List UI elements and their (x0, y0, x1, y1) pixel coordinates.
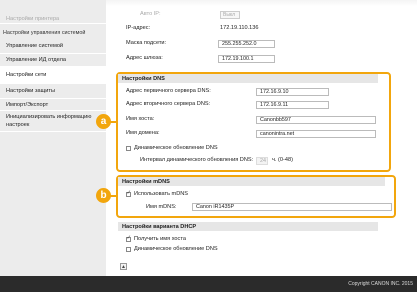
gateway-value: 172.19.100.1 (222, 56, 254, 62)
callout-a-badge: a (96, 114, 111, 129)
dns-section-header: Настройки DNS (118, 74, 378, 83)
callout-b-letter: b (100, 190, 107, 201)
sidebar-item-import-export[interactable]: Импорт/Экспорт (0, 99, 106, 111)
mdns-section-header: Настройки mDNS (118, 177, 385, 186)
domain-name-input[interactable]: canonintra.net (256, 130, 376, 138)
mdns-name-input[interactable]: Canon iR1435P (192, 203, 392, 211)
sidebar-item-network-settings[interactable]: Настройки сети (0, 67, 106, 84)
sidebar-item-label: Инициализировать информацию (6, 114, 92, 120)
primary-dns-value: 172.16.9.10 (260, 89, 289, 95)
gateway-label: Адрес шлюза: (126, 55, 163, 61)
sidebar-item-label: Управление ИД отдела (6, 57, 66, 63)
primary-dns-label: Адрес первичного сервера DNS: (126, 88, 211, 94)
primary-dns-row: Адрес первичного сервера DNS: (126, 88, 211, 94)
secondary-dns-input[interactable]: 172.16.9.11 (256, 101, 329, 109)
sidebar: Настройки принтера Настройки управления … (0, 0, 106, 276)
sidebar-item-department-id[interactable]: Управление ИД отдела (0, 54, 106, 67)
host-name-value: Canonbb597 (260, 117, 291, 123)
ip-address-row: IP-адрес: (126, 25, 150, 31)
dns-interval-unit-row: ч. (0-48) (272, 157, 293, 163)
arrow-up-icon: ▲ (121, 263, 126, 270)
sidebar-item-label: Настройки принтера (6, 15, 60, 22)
sidebar-item-label: Управление системой (6, 42, 64, 49)
dhcp-section-title: Настройки варианта DHCP (122, 223, 197, 230)
copyright-text: Copyright CANON INC. 2015 (348, 281, 413, 287)
ip-address-text: 172.19.110.136 (220, 25, 259, 31)
top-fade (106, 0, 417, 6)
sidebar-item-label-line2: настроек (6, 122, 30, 128)
mdns-name-value: Canon iR1435P (196, 204, 235, 210)
scroll-top-button[interactable]: ▲ (120, 263, 127, 270)
use-mdns-row: Использовать mDNS (126, 190, 189, 197)
subnet-mask-label: Маска подсети: (126, 40, 167, 46)
use-mdns-label: Использовать mDNS (134, 191, 189, 197)
subnet-mask-input[interactable]: 255.255.252.0 (218, 40, 275, 48)
secondary-dns-value: 172.16.9.11 (260, 102, 289, 108)
dns-interval-value: 24 (260, 158, 266, 164)
subnet-mask-row: Маска подсети: (126, 40, 166, 46)
host-name-label: Имя хоста: (126, 116, 155, 122)
main-panel: Авто IP: Выкл IP-адрес: 172.19.110.136 М… (106, 0, 417, 276)
sidebar-item-label: Настройки защиты (6, 88, 55, 94)
subnet-mask-value: 255.255.252.0 (222, 41, 257, 47)
host-name-row: Имя хоста: (126, 116, 154, 122)
domain-name-label: Имя домена: (126, 130, 160, 136)
mdns-name-row: Имя mDNS: (146, 204, 176, 210)
gateway-input[interactable]: 172.19.100.1 (218, 55, 275, 63)
dhcp-dyn-label: Динамическое обновление DNS (134, 246, 218, 252)
dhcp-dyn-row: Динамическое обновление DNS (126, 246, 218, 252)
dynamic-dns-row: Динамическое обновление DNS (126, 145, 218, 151)
sidebar-section-system-management: Настройки управления системой (0, 28, 106, 37)
sidebar-item-label: Импорт/Экспорт (6, 101, 49, 108)
sidebar-item-printer-settings[interactable]: Настройки принтера (0, 14, 106, 24)
dynamic-dns-label: Динамическое обновление DNS (134, 145, 218, 151)
secondary-dns-row: Адрес вторичного сервера DNS: (126, 101, 210, 107)
domain-name-row: Имя домена: (126, 130, 160, 136)
ip-address-value: 172.19.110.136 (220, 25, 258, 31)
dns-interval-unit: ч. (0-48) (272, 157, 293, 163)
sidebar-item-label: Настройки сети (6, 72, 47, 78)
dns-interval-row: Интервал динамического обновления DNS: (140, 157, 253, 163)
mdns-name-label: Имя mDNS: (146, 204, 177, 210)
auto-ip-label: Авто IP: (140, 11, 161, 17)
primary-dns-input[interactable]: 172.16.9.10 (256, 88, 329, 96)
ip-address-label: IP-адрес: (126, 25, 151, 31)
footer: Copyright CANON INC. 2015 (0, 276, 417, 292)
secondary-dns-label: Адрес вторичного сервера DNS: (126, 101, 211, 107)
gateway-row: Адрес шлюза: (126, 55, 163, 61)
dhcp-host-row: Получить имя хоста (126, 235, 186, 242)
domain-name-value: canonintra.net (260, 131, 295, 137)
callout-a-letter: a (100, 116, 107, 127)
dynamic-dns-checkbox[interactable] (126, 145, 131, 151)
auto-ip-row: Авто IP: (140, 11, 161, 17)
sidebar-item-initialize-settings[interactable]: Инициализировать информацию настроек (0, 111, 106, 132)
sidebar-section-label: Настройки управления системой (3, 29, 86, 36)
host-name-input[interactable]: Canonbb597 (256, 116, 376, 124)
dhcp-dyn-checkbox[interactable] (126, 246, 131, 252)
sidebar-item-security-settings[interactable]: Настройки защиты (0, 84, 106, 99)
sidebar-item-system-management[interactable]: Управление системой (0, 38, 106, 54)
use-mdns-checkbox[interactable] (126, 190, 131, 197)
dhcp-host-label: Получить имя хоста (134, 236, 186, 242)
callout-b-badge: b (96, 188, 111, 203)
dns-interval-label: Интервал динамического обновления DNS: (140, 157, 254, 163)
dns-interval-input[interactable]: 24 (256, 157, 268, 165)
auto-ip-value: Выкл (223, 12, 236, 18)
dhcp-host-checkbox[interactable] (126, 235, 131, 242)
dhcp-section-header: Настройки варианта DHCP (118, 222, 378, 231)
dns-section-title: Настройки DNS (122, 75, 165, 82)
auto-ip-select[interactable]: Выкл (220, 11, 240, 19)
mdns-section-title: Настройки mDNS (122, 178, 170, 185)
